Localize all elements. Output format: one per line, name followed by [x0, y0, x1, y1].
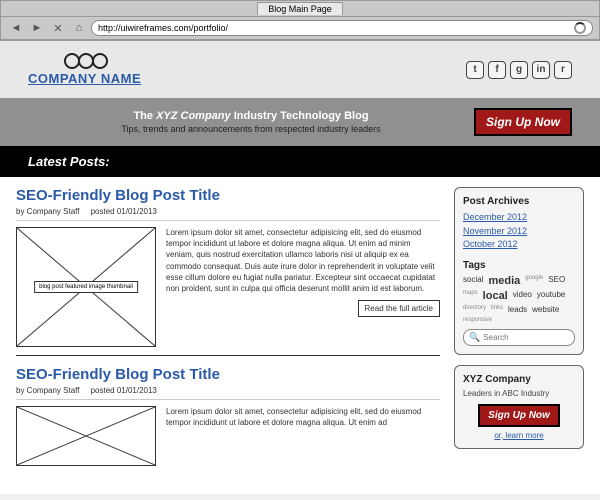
main-content: SEO-Friendly Blog Post Title by Company …	[0, 177, 600, 494]
section-header: Latest Posts:	[0, 146, 600, 177]
page-content: COMPANY NAME t f g in r The XYZ Company …	[0, 41, 600, 494]
post-title[interactable]: SEO-Friendly Blog Post Title	[16, 187, 440, 204]
hero-subtitle: Tips, trends and announcements from resp…	[28, 124, 474, 134]
twitter-icon[interactable]: t	[466, 61, 484, 79]
posts-column: SEO-Friendly Blog Post Title by Company …	[16, 187, 440, 484]
rss-icon[interactable]: r	[554, 61, 572, 79]
search-box[interactable]: 🔍	[463, 329, 575, 346]
tag[interactable]: website	[532, 305, 559, 314]
tab-bar: Blog Main Page	[1, 1, 599, 17]
google-icon[interactable]: g	[510, 61, 528, 79]
thumbnail-label: blog post featured image thumbnail	[34, 281, 138, 293]
address-bar[interactable]: http://uiwireframes.com/portfolio/	[91, 20, 593, 36]
cta-title: XYZ Company	[463, 374, 575, 385]
browser-chrome: Blog Main Page ◄ ► ✕ ⌂ http://uiwirefram…	[0, 0, 600, 41]
tag[interactable]: video	[513, 290, 532, 302]
post-meta: by Company Staff posted 01/01/2013	[16, 207, 440, 221]
linkedin-icon[interactable]: in	[532, 61, 550, 79]
stop-button[interactable]: ✕	[49, 20, 67, 36]
tag[interactable]: links	[491, 305, 503, 314]
facebook-icon[interactable]: f	[488, 61, 506, 79]
social-links: t f g in r	[466, 61, 572, 79]
hero-banner: The XYZ Company Industry Technology Blog…	[0, 98, 600, 146]
blog-post: SEO-Friendly Blog Post Title by Company …	[16, 366, 440, 474]
cta-signup-button[interactable]: Sign Up Now	[478, 404, 560, 427]
post-excerpt: Lorem ipsum dolor sit amet, consectetur …	[166, 227, 440, 347]
post-title[interactable]: SEO-Friendly Blog Post Title	[16, 366, 440, 383]
nav-bar: ◄ ► ✕ ⌂ http://uiwireframes.com/portfoli…	[1, 17, 599, 40]
tag[interactable]: google	[525, 275, 543, 287]
archive-link[interactable]: October 2012	[463, 238, 575, 252]
tag[interactable]: social	[463, 275, 483, 287]
widget-title: Tags	[463, 260, 575, 271]
post-excerpt: Lorem ipsum dolor sit amet, consectetur …	[166, 406, 440, 466]
tag[interactable]: SEO	[548, 275, 565, 287]
sidebar: Post Archives December 2012 November 201…	[454, 187, 584, 484]
cta-subtitle: Leaders in ABC Industry	[463, 389, 575, 398]
logo-icon	[28, 53, 141, 69]
post-thumbnail[interactable]: blog post featured image thumbnail	[16, 227, 156, 347]
tag[interactable]: local	[483, 290, 508, 302]
loading-spinner-icon	[574, 22, 586, 34]
tag[interactable]: directory	[463, 305, 486, 314]
search-input[interactable]	[483, 333, 569, 342]
back-button[interactable]: ◄	[7, 20, 25, 36]
logo[interactable]: COMPANY NAME	[28, 53, 141, 86]
url-text: http://uiwireframes.com/portfolio/	[98, 23, 574, 33]
browser-tab[interactable]: Blog Main Page	[257, 2, 343, 15]
read-more-button[interactable]: Read the full article	[358, 300, 440, 317]
archive-link[interactable]: November 2012	[463, 225, 575, 239]
post-meta: by Company Staff posted 01/01/2013	[16, 386, 440, 400]
cta-widget: XYZ Company Leaders in ABC Industry Sign…	[454, 365, 584, 449]
signup-button[interactable]: Sign Up Now	[474, 108, 572, 136]
learn-more-link[interactable]: or, learn more	[463, 431, 575, 440]
tag[interactable]: responsive	[463, 317, 492, 323]
search-icon: 🔍	[469, 332, 480, 343]
site-header: COMPANY NAME t f g in r	[0, 41, 600, 98]
tag[interactable]: media	[488, 275, 520, 287]
tag[interactable]: youtube	[537, 290, 565, 302]
home-button[interactable]: ⌂	[70, 20, 88, 36]
hero-title: The XYZ Company Industry Technology Blog	[28, 110, 474, 122]
hero-text: The XYZ Company Industry Technology Blog…	[28, 110, 474, 134]
widget-title: Post Archives	[463, 196, 575, 207]
tag-cloud: social media google SEO maps local video youtub…	[463, 275, 575, 323]
forward-button[interactable]: ►	[28, 20, 46, 36]
tag[interactable]: maps	[463, 290, 478, 302]
post-thumbnail[interactable]	[16, 406, 156, 466]
archives-widget: Post Archives December 2012 November 201…	[454, 187, 584, 355]
archive-link[interactable]: December 2012	[463, 211, 575, 225]
blog-post: SEO-Friendly Blog Post Title by Company …	[16, 187, 440, 356]
tag[interactable]: leads	[508, 305, 527, 314]
company-name: COMPANY NAME	[28, 71, 141, 86]
